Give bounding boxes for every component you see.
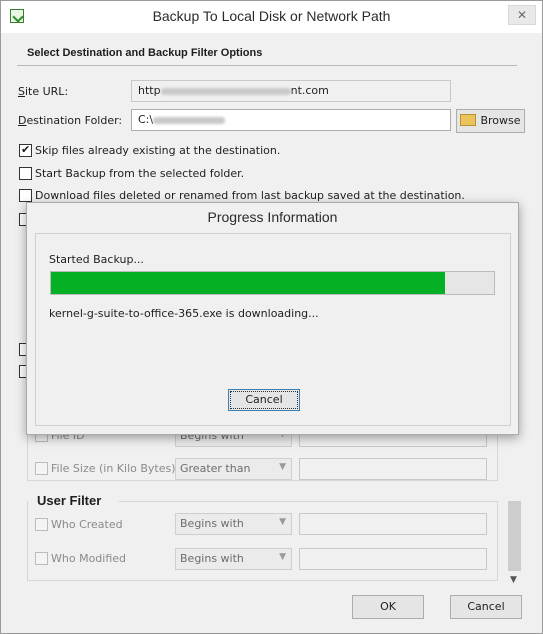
- chevron-down-icon: ▼: [279, 462, 286, 472]
- skip-existing-checkbox[interactable]: [19, 143, 32, 157]
- chevron-down-icon: ▼: [279, 552, 286, 562]
- progress-status: Started Backup...: [49, 253, 144, 266]
- progress-panel: Started Backup... kernel-g-suite-to-offi…: [35, 233, 511, 426]
- who-created-operator: Begins with: [180, 517, 244, 530]
- who-created-label: Who Created: [51, 518, 123, 531]
- scrollbar-thumb[interactable]: [508, 501, 521, 571]
- destination-prefix: C:\: [138, 113, 154, 126]
- file-size-value-field[interactable]: [299, 458, 487, 480]
- chevron-down-icon: ▼: [279, 517, 286, 527]
- who-modified-value-field[interactable]: [299, 548, 487, 570]
- progress-bar-fill: [51, 272, 445, 294]
- download-deleted-checkbox[interactable]: [19, 189, 32, 202]
- redacted-text: [153, 116, 226, 124]
- title-bar: Backup To Local Disk or Network Path ✕: [1, 1, 542, 33]
- progress-cancel-button[interactable]: Cancel: [228, 389, 300, 411]
- site-url-field[interactable]: http nt.com: [131, 80, 451, 102]
- file-size-label: File Size (in Kilo Bytes): [51, 462, 176, 475]
- file-size-operator-select[interactable]: Greater than ▼: [175, 458, 292, 480]
- window-title: Backup To Local Disk or Network Path: [152, 8, 391, 24]
- who-created-operator-select[interactable]: Begins with ▼: [175, 513, 292, 535]
- group-title: Select Destination and Backup Filter Opt…: [27, 47, 263, 59]
- backup-window: Backup To Local Disk or Network Path ✕ S…: [0, 0, 543, 634]
- site-url-prefix: http: [138, 84, 161, 97]
- browse-label: Browse: [480, 114, 521, 127]
- user-filter-divider: [119, 501, 498, 502]
- who-created-checkbox[interactable]: [35, 518, 48, 531]
- folder-icon: [460, 114, 477, 126]
- skip-existing-label: Skip files already existing at the desti…: [35, 144, 281, 157]
- cancel-button[interactable]: Cancel: [450, 595, 522, 619]
- who-created-value-field[interactable]: [299, 513, 487, 535]
- start-from-folder-label: Start Backup from the selected folder.: [35, 167, 245, 180]
- who-modified-operator: Begins with: [180, 552, 244, 565]
- redacted-text: [160, 87, 291, 95]
- group-divider: [17, 65, 517, 66]
- progress-message: kernel-g-suite-to-office-365.exe is down…: [49, 307, 319, 320]
- site-url-suffix: nt.com: [290, 84, 329, 97]
- progress-dialog-title: Progress Information: [207, 209, 338, 225]
- who-modified-checkbox[interactable]: [35, 552, 48, 565]
- start-from-folder-checkbox[interactable]: [19, 167, 32, 180]
- progress-bar: [50, 271, 495, 295]
- download-deleted-label: Download files deleted or renamed from l…: [35, 189, 465, 202]
- site-url-label: Site URL:: [18, 85, 69, 98]
- progress-dialog: Progress Information Started Backup... k…: [26, 202, 519, 435]
- file-size-checkbox[interactable]: [35, 462, 48, 475]
- ok-button[interactable]: OK: [352, 595, 424, 619]
- close-button[interactable]: ✕: [508, 5, 536, 25]
- destination-folder-label: Destination Folder:: [18, 114, 123, 127]
- who-modified-label: Who Modified: [51, 552, 127, 565]
- browse-button[interactable]: Browse: [456, 109, 525, 133]
- file-size-operator: Greater than: [180, 462, 251, 475]
- destination-folder-field[interactable]: C:\: [131, 109, 451, 131]
- scroll-down-icon[interactable]: ▼: [510, 575, 517, 585]
- who-modified-operator-select[interactable]: Begins with ▼: [175, 548, 292, 570]
